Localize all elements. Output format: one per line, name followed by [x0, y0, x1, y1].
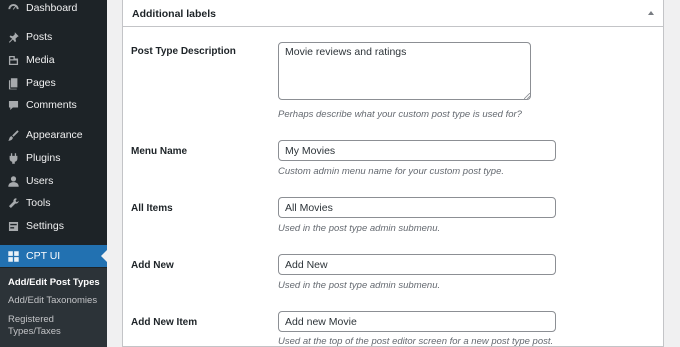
- add-new-item-input[interactable]: [278, 311, 556, 332]
- sidebar-item-media[interactable]: Media: [0, 49, 107, 71]
- sidebar-item-users[interactable]: Users: [0, 170, 107, 192]
- sidebar-item-appearance[interactable]: Appearance: [0, 124, 107, 146]
- sidebar-item-label: Plugins: [26, 152, 61, 164]
- all-items-help: Used in the post type admin submenu.: [278, 223, 441, 234]
- cptui-icon: [2, 245, 24, 267]
- pages-icon: [2, 72, 24, 94]
- sidebar-item-label: Settings: [26, 220, 64, 232]
- sidebar-item-label: Tools: [26, 197, 51, 209]
- sidebar-item-comments[interactable]: Comments: [0, 94, 107, 116]
- sidebar-item-settings[interactable]: Settings: [0, 215, 107, 237]
- sidebar-item-posts[interactable]: Posts: [0, 26, 107, 48]
- sidebar-item-pages[interactable]: Pages: [0, 72, 107, 94]
- resize-grip-icon[interactable]: [524, 93, 530, 99]
- sidebar-item-dashboard[interactable]: Dashboard: [0, 0, 107, 19]
- all-items-input[interactable]: [278, 197, 556, 218]
- user-icon: [2, 170, 24, 192]
- panel-title: Additional labels: [132, 8, 217, 20]
- submenu-item-types-taxes[interactable]: Types/Taxes: [8, 326, 61, 338]
- sidebar-item-plugins[interactable]: Plugins: [0, 147, 107, 169]
- menu-name-help: Custom admin menu name for your custom p…: [278, 166, 504, 177]
- submenu-item-add-edit-taxonomies[interactable]: Add/Edit Taxonomies: [8, 295, 97, 307]
- submenu-item-add-edit-post-types[interactable]: Add/Edit Post Types: [8, 277, 100, 289]
- add-new-label: Add New: [131, 260, 174, 271]
- active-indicator: [101, 250, 107, 262]
- sidebar-item-label: Appearance: [26, 129, 83, 141]
- dashboard-icon: [2, 0, 24, 19]
- panel-header[interactable]: Additional labels: [123, 0, 663, 27]
- sidebar-item-label: Pages: [26, 77, 56, 89]
- menu-name-label: Menu Name: [131, 146, 188, 157]
- submenu-item-registered[interactable]: Registered: [8, 314, 54, 326]
- sidebar-item-cptui[interactable]: CPT UI: [0, 245, 107, 267]
- add-new-item-label: Add New Item: [131, 317, 198, 328]
- media-icon: [2, 49, 24, 71]
- sidebar-item-label: Users: [26, 175, 54, 187]
- sidebar-item-label: Media: [26, 54, 55, 66]
- admin-sidebar: Dashboard Posts Media Pages Comments App…: [0, 0, 107, 347]
- description-textarea[interactable]: Movie reviews and ratings: [278, 42, 531, 100]
- sidebar-item-label: Posts: [26, 31, 53, 43]
- sidebar-item-tools[interactable]: Tools: [0, 192, 107, 214]
- add-new-item-help: Used at the top of the post editor scree…: [278, 336, 554, 347]
- settings-icon: [2, 215, 24, 237]
- description-help: Perhaps describe what your custom post t…: [278, 109, 522, 120]
- sidebar-item-label: CPT UI: [26, 250, 61, 262]
- pin-icon: [2, 26, 24, 48]
- add-new-help: Used in the post type admin submenu.: [278, 280, 441, 291]
- cptui-submenu: Add/Edit Post Types Add/Edit Taxonomies …: [0, 268, 107, 347]
- wrench-icon: [2, 192, 24, 214]
- brush-icon: [2, 124, 24, 146]
- collapse-toggle-icon[interactable]: [648, 11, 654, 15]
- menu-name-input[interactable]: [278, 140, 556, 161]
- sidebar-item-label: Comments: [26, 99, 77, 111]
- description-label: Post Type Description: [131, 46, 236, 57]
- all-items-label: All Items: [131, 203, 173, 214]
- plug-icon: [2, 147, 24, 169]
- add-new-input[interactable]: [278, 254, 556, 275]
- sidebar-item-label: Dashboard: [26, 2, 78, 14]
- comment-icon: [2, 94, 24, 116]
